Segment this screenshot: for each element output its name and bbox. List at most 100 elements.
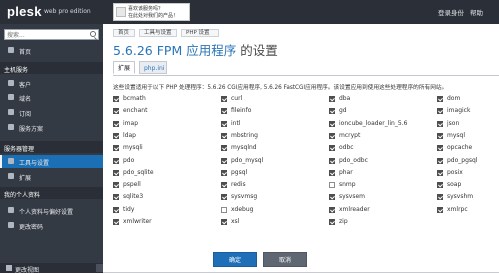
checkbox[interactable] (221, 206, 227, 213)
checkbox[interactable] (437, 194, 443, 201)
extension-checkbox-intl[interactable]: intl (221, 119, 317, 131)
checkbox[interactable] (329, 120, 335, 127)
extension-checkbox-pdo_sqlite[interactable]: pdo_sqlite (113, 168, 209, 180)
checkbox[interactable] (113, 96, 119, 102)
extension-checkbox-sqlite3[interactable]: sqlite3 (113, 192, 209, 204)
extension-checkbox-zip[interactable]: zip (329, 217, 425, 229)
sidebar-item-subscriptions[interactable]: 订阅 (0, 106, 103, 119)
checkbox[interactable] (221, 96, 227, 102)
extension-checkbox-curl[interactable]: curl (221, 94, 317, 106)
extension-checkbox-json[interactable]: json (437, 119, 499, 131)
change-view-bar[interactable]: 更改视图 (0, 263, 103, 274)
checkbox[interactable] (329, 182, 335, 189)
checkbox[interactable] (113, 194, 119, 201)
checkbox[interactable] (113, 157, 119, 164)
extension-checkbox-enchant[interactable]: enchant (113, 106, 209, 118)
checkbox[interactable] (329, 132, 335, 139)
checkbox[interactable] (113, 132, 119, 139)
checkbox[interactable] (221, 157, 227, 164)
extension-checkbox-opcache[interactable]: opcache (437, 143, 499, 155)
checkbox[interactable] (113, 169, 119, 176)
sidebar-item-service-plans[interactable]: 服务方案 (0, 121, 103, 134)
checkbox[interactable] (221, 145, 227, 152)
extension-checkbox-redis[interactable]: redis (221, 180, 317, 192)
checkbox[interactable] (113, 219, 119, 225)
checkbox[interactable] (437, 182, 443, 189)
checkbox[interactable] (437, 206, 443, 213)
sidebar-item-home[interactable]: 首页 (0, 44, 103, 57)
extension-checkbox-tidy[interactable]: tidy (113, 205, 209, 217)
tab-extensions[interactable]: 扩展 (113, 61, 135, 74)
checkbox[interactable] (329, 145, 335, 152)
extension-checkbox-xmlreader[interactable]: xmlreader (329, 205, 425, 217)
breadcrumb-php-settings[interactable]: PHP 设置 (181, 29, 219, 37)
feedback-promo[interactable]: 喜欢该服务吗？ 在此处对我们的产品！ (113, 3, 190, 21)
extension-checkbox-mysqlnd[interactable]: mysqlnd (221, 143, 317, 155)
extension-checkbox-mysql[interactable]: mysql (437, 131, 499, 143)
search-box[interactable] (4, 29, 99, 40)
extension-checkbox-odbc[interactable]: odbc (329, 143, 425, 155)
checkbox[interactable] (329, 96, 335, 102)
extension-checkbox-pdo_pgsql[interactable]: pdo_pgsql (437, 156, 499, 168)
checkbox[interactable] (221, 194, 227, 201)
checkbox[interactable] (221, 132, 227, 139)
ok-button[interactable]: 确定 (213, 252, 257, 267)
tab-php-ini[interactable]: php.ini (139, 61, 167, 74)
checkbox[interactable] (113, 145, 119, 152)
checkbox[interactable] (437, 132, 443, 139)
sidebar-collapse-handle[interactable] (96, 264, 103, 272)
checkbox[interactable] (437, 169, 443, 176)
extension-checkbox-dba[interactable]: dba (329, 94, 425, 106)
checkbox[interactable] (437, 157, 443, 164)
extension-checkbox-phar[interactable]: phar (329, 168, 425, 180)
search-icon[interactable] (90, 31, 96, 37)
checkbox[interactable] (329, 194, 335, 201)
extension-checkbox-xsl[interactable]: xsl (221, 217, 317, 229)
login-as-menu[interactable]: 登录身份 (438, 7, 464, 17)
extension-checkbox-pspell[interactable]: pspell (113, 180, 209, 192)
checkbox[interactable] (113, 120, 119, 127)
search-input[interactable] (7, 31, 87, 39)
extension-checkbox-xmlrpc[interactable]: xmlrpc (437, 205, 499, 217)
extension-checkbox-dom[interactable]: dom (437, 94, 499, 106)
plesk-logo[interactable]: plesk (7, 4, 42, 19)
sidebar-item-extensions[interactable]: 扩展 (0, 170, 103, 183)
extension-checkbox-mbstring[interactable]: mbstring (221, 131, 317, 143)
extension-checkbox-pdo[interactable]: pdo (113, 156, 209, 168)
checkbox[interactable] (437, 96, 443, 102)
extension-checkbox-fileinfo[interactable]: fileinfo (221, 106, 317, 118)
checkbox[interactable] (329, 157, 335, 164)
checkbox[interactable] (437, 120, 443, 127)
extension-checkbox-snmp[interactable]: snmp (329, 180, 425, 192)
checkbox[interactable] (113, 206, 119, 213)
extension-checkbox-posix[interactable]: posix (437, 168, 499, 180)
extension-checkbox-ldap[interactable]: ldap (113, 131, 209, 143)
checkbox[interactable] (329, 206, 335, 213)
extension-checkbox-xmlwriter[interactable]: xmlwriter (113, 217, 209, 229)
checkbox[interactable] (329, 108, 335, 115)
extension-checkbox-pdo_odbc[interactable]: pdo_odbc (329, 156, 425, 168)
sidebar-item-profile[interactable]: 个人资料与偏好设置 (0, 204, 103, 217)
sidebar-item-customers[interactable]: 客户 (0, 77, 103, 90)
checkbox[interactable] (437, 145, 443, 152)
extension-checkbox-sysvmsg[interactable]: sysvmsg (221, 192, 317, 204)
checkbox[interactable] (221, 108, 227, 115)
extension-checkbox-bcmath[interactable]: bcmath (113, 94, 209, 106)
extension-checkbox-sysvshm[interactable]: sysvshm (437, 192, 499, 204)
extension-checkbox-pgsql[interactable]: pgsql (221, 168, 317, 180)
checkbox[interactable] (113, 108, 119, 115)
extension-checkbox-imap[interactable]: imap (113, 119, 209, 131)
sidebar-item-tools-settings[interactable]: 工具与设置 (0, 155, 103, 168)
checkbox[interactable] (221, 169, 227, 176)
sidebar-item-change-password[interactable]: 更改密码 (0, 219, 103, 232)
extension-checkbox-pdo_mysql[interactable]: pdo_mysql (221, 156, 317, 168)
extension-checkbox-xdebug[interactable]: xdebug (221, 205, 317, 217)
extension-checkbox-sysvsem[interactable]: sysvsem (329, 192, 425, 204)
help-menu[interactable]: 帮助 (470, 7, 483, 17)
breadcrumb-home[interactable]: 首页 (113, 29, 135, 37)
cancel-button[interactable]: 取消 (263, 252, 307, 267)
breadcrumb-tools[interactable]: 工具与设置 (139, 29, 177, 37)
checkbox[interactable] (437, 108, 443, 115)
checkbox[interactable] (221, 120, 227, 127)
extension-checkbox-ioncube_loader_lin_5.6[interactable]: ioncube_loader_lin_5.6 (329, 119, 425, 131)
